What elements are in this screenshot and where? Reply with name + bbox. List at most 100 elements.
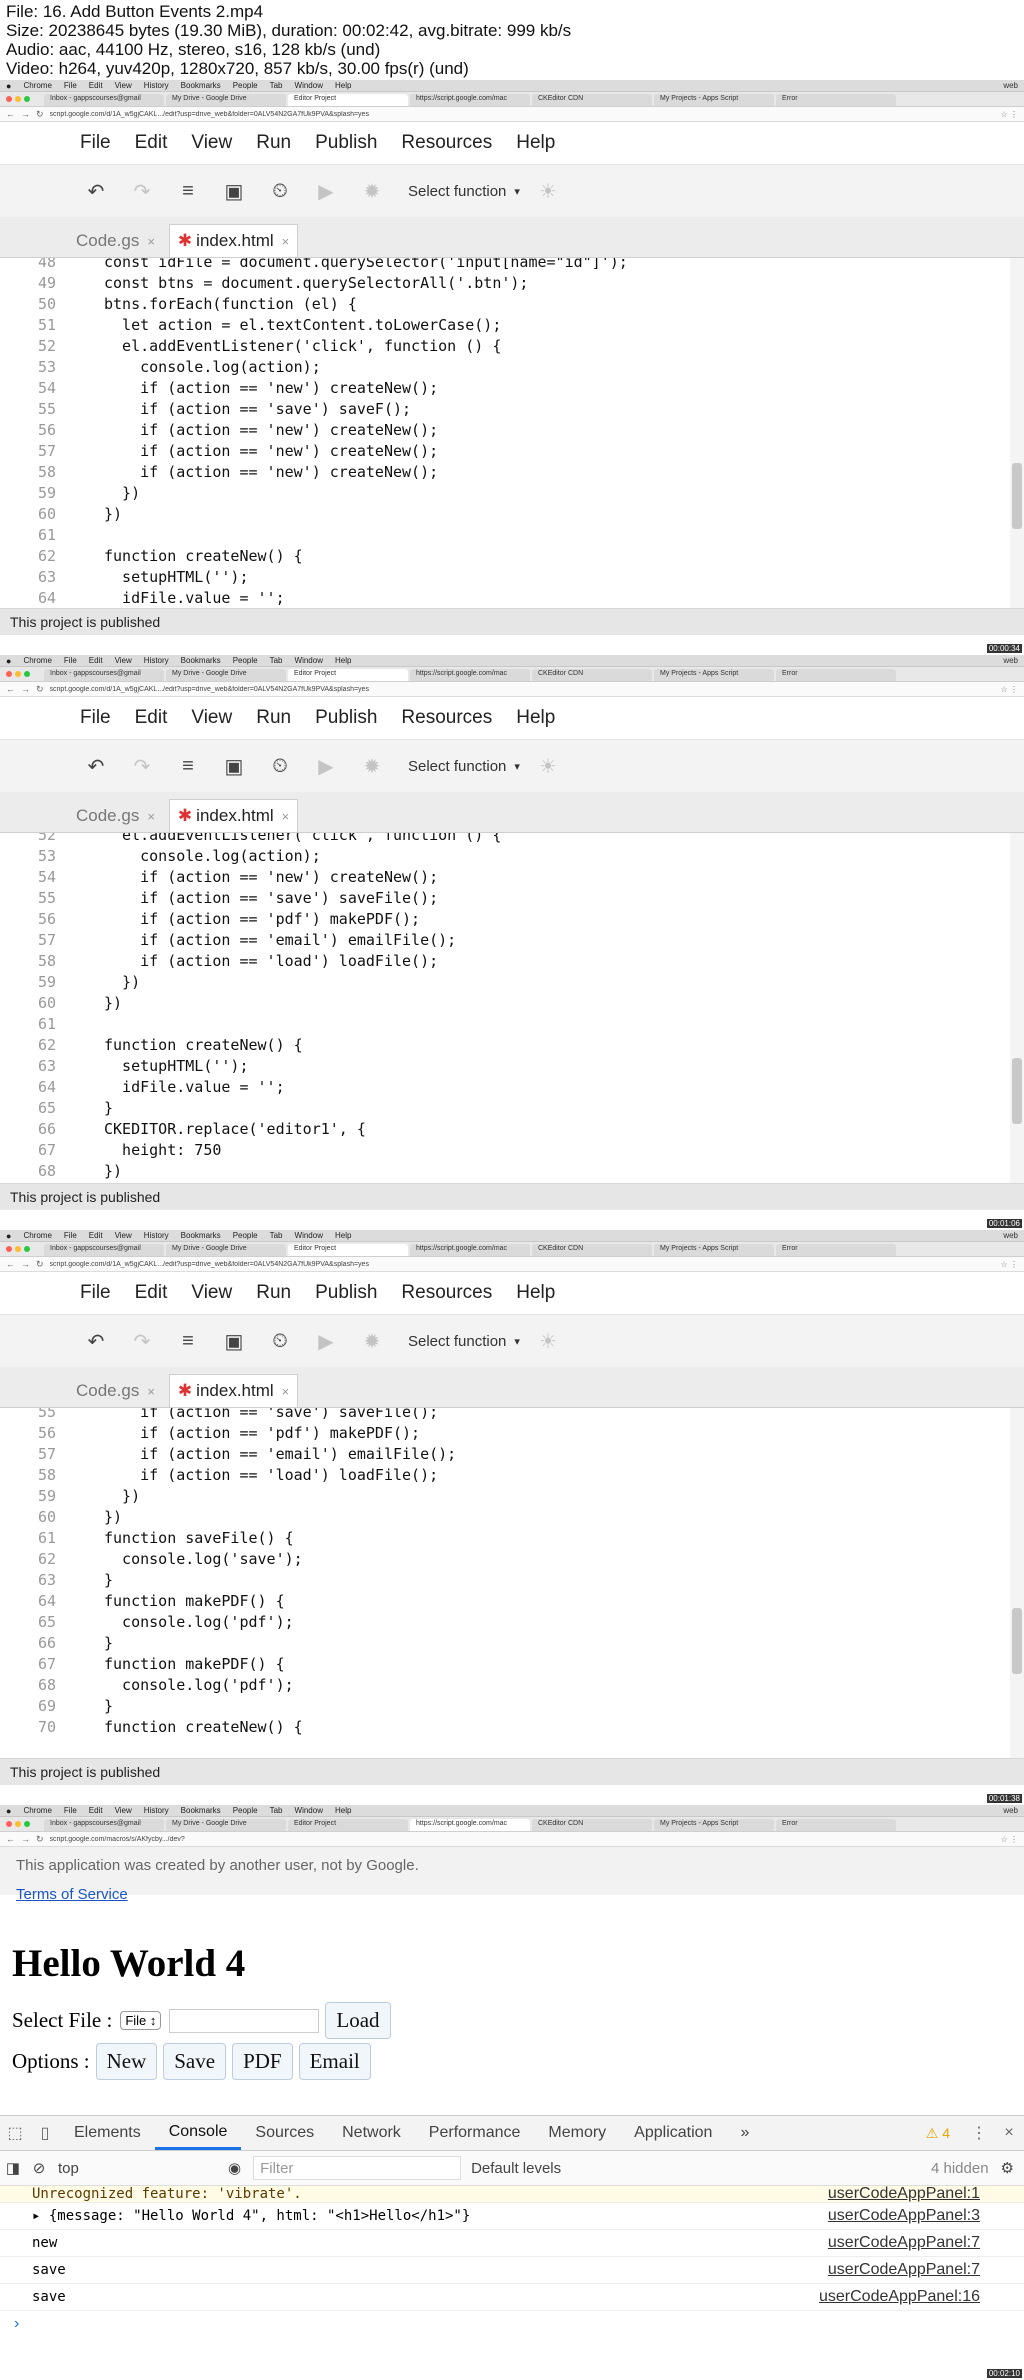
run-icon[interactable]: ▶ (308, 748, 344, 784)
apple-icon[interactable]: ● (6, 1806, 11, 1816)
browser-tab[interactable]: My Drive - Google Drive (166, 669, 286, 681)
mac-menu-item[interactable]: People (233, 1806, 258, 1815)
mac-menu-item[interactable]: Edit (89, 656, 103, 665)
mac-menu-item[interactable]: Window (295, 656, 323, 665)
reload-icon[interactable]: ↻ (36, 109, 44, 120)
inspect-icon[interactable]: ⬚ (0, 2123, 30, 2143)
menu-edit[interactable]: Edit (135, 1282, 168, 1304)
mac-menu-item[interactable]: Bookmarks (181, 1231, 221, 1240)
menu-file[interactable]: File (80, 707, 111, 729)
scrollbar-thumb[interactable] (1012, 463, 1022, 529)
sidebar-toggle-icon[interactable]: ◨ (0, 2159, 26, 2177)
clock-icon[interactable]: ⏲ (262, 1323, 298, 1359)
menu-resources[interactable]: Resources (401, 1282, 492, 1304)
window-control-icon[interactable] (6, 671, 12, 677)
mac-menu-item[interactable]: View (115, 1231, 132, 1240)
undo-icon[interactable]: ↶ (78, 748, 114, 784)
menu-resources[interactable]: Resources (401, 707, 492, 729)
browser-tab[interactable]: My Projects - Apps Script (654, 94, 774, 106)
run-icon[interactable]: ▶ (308, 1323, 344, 1359)
menu-file[interactable]: File (80, 132, 111, 154)
log-source-link[interactable]: userCodeAppPanel:7 (828, 2234, 980, 2252)
browser-tab[interactable]: Inbox - gappscourses@gmail (44, 1819, 164, 1831)
browser-actions-icon[interactable]: ☆ ⋮ (1001, 110, 1018, 119)
code-scrollbar[interactable] (1010, 833, 1024, 1183)
browser-actions-icon[interactable]: ☆ ⋮ (1001, 685, 1018, 694)
redo-icon[interactable]: ↷ (124, 748, 160, 784)
browser-tab[interactable]: CKEditor CDN (532, 1819, 652, 1831)
clock-icon[interactable]: ⏲ (262, 173, 298, 209)
close-icon[interactable]: × (147, 1384, 155, 1399)
select-function-dropdown[interactable]: Select function ▾ (408, 758, 520, 775)
browser-tab[interactable]: My Projects - Apps Script (654, 1819, 774, 1831)
reload-icon[interactable]: ↻ (36, 1834, 44, 1845)
browser-tab[interactable]: Inbox - gappscourses@gmail (44, 1244, 164, 1256)
reload-icon[interactable]: ↻ (36, 1259, 44, 1270)
lightbulb-icon[interactable]: ☀ (530, 748, 566, 784)
back-icon[interactable]: ← (6, 109, 15, 119)
back-icon[interactable]: ← (6, 1259, 15, 1269)
lightbulb-icon[interactable]: ☀ (530, 173, 566, 209)
indent-icon[interactable]: ≡ (170, 748, 206, 784)
mac-menu-item[interactable]: Edit (89, 81, 103, 90)
mac-menu-item[interactable]: Window (295, 81, 323, 90)
menu-resources[interactable]: Resources (401, 132, 492, 154)
url-input[interactable]: script.google.com/d/1A_w5gjCAKL.../edit?… (50, 111, 995, 118)
url-input[interactable]: script.google.com/macros/s/AKfycby.../de… (50, 1836, 995, 1843)
mac-menu-item[interactable]: Help (335, 656, 351, 665)
tab-code-gs[interactable]: Code.gs × (68, 225, 163, 257)
mac-menu-item[interactable]: File (64, 656, 77, 665)
scrollbar-thumb[interactable] (1012, 1608, 1022, 1674)
browser-tab[interactable]: Error (776, 94, 896, 106)
menu-view[interactable]: View (191, 132, 232, 154)
tab-index-html[interactable]: ✱ index.html × (168, 1374, 299, 1407)
menu-edit[interactable]: Edit (135, 132, 168, 154)
mac-menu-item[interactable]: View (115, 656, 132, 665)
browser-tab[interactable]: Inbox - gappscourses@gmail (44, 669, 164, 681)
undo-icon[interactable]: ↶ (78, 1323, 114, 1359)
url-input[interactable]: script.google.com/d/1A_w5gjCAKL.../edit?… (50, 686, 995, 693)
kebab-menu-icon[interactable]: ⋮ (964, 2123, 994, 2143)
window-control-icon[interactable] (6, 1246, 12, 1252)
context-select[interactable]: top (52, 2160, 228, 2177)
mac-menu-item[interactable]: Bookmarks (181, 656, 221, 665)
mac-menu-item[interactable]: File (64, 1806, 77, 1815)
new-button[interactable]: New (95, 2043, 158, 2080)
close-icon[interactable]: × (147, 234, 155, 249)
forward-icon[interactable]: → (21, 1834, 30, 1844)
save-button[interactable]: Save (163, 2043, 227, 2080)
browser-tab[interactable]: Error (776, 1819, 896, 1831)
menu-help[interactable]: Help (516, 132, 555, 154)
console-prompt[interactable]: › (0, 2315, 1024, 2333)
browser-tab[interactable]: My Drive - Google Drive (166, 1819, 286, 1831)
mac-menu-item[interactable]: Help (335, 1806, 351, 1815)
devtools-tab-memory[interactable]: Memory (534, 2116, 620, 2150)
devtools-tab-console[interactable]: Console (154, 2116, 242, 2150)
log-message[interactable]: ▸ {message: "Hello World 4", html: "<h1>… (32, 2208, 470, 2224)
menu-edit[interactable]: Edit (135, 707, 168, 729)
menu-help[interactable]: Help (516, 1282, 555, 1304)
browser-tab[interactable]: My Drive - Google Drive (166, 94, 286, 106)
tab-index-html[interactable]: ✱ index.html × (168, 224, 299, 257)
mac-menu-item[interactable]: People (233, 1231, 258, 1240)
menu-publish[interactable]: Publish (315, 707, 377, 729)
clear-console-icon[interactable]: ⊘ (26, 2159, 52, 2177)
tab-code-gs[interactable]: Code.gs × (68, 1375, 163, 1407)
file-id-input[interactable] (169, 2008, 320, 2033)
code-editor[interactable]: 55 if (action == 'save') saveFile(); 56 i… (0, 1408, 1024, 1759)
debug-icon[interactable]: ✹ (354, 748, 390, 784)
menu-publish[interactable]: Publish (315, 132, 377, 154)
mac-menu-item[interactable]: Edit (89, 1231, 103, 1240)
tab-index-html[interactable]: ✱ index.html × (168, 799, 299, 832)
eye-icon[interactable]: ◉ (228, 2159, 241, 2177)
close-icon[interactable]: × (282, 234, 290, 249)
pdf-button[interactable]: PDF (232, 2043, 293, 2080)
close-icon[interactable]: × (994, 2124, 1024, 2142)
select-function-dropdown[interactable]: Select function ▾ (408, 1333, 520, 1350)
devtools-tab-network[interactable]: Network (328, 2116, 415, 2150)
browser-actions-icon[interactable]: ☆ ⋮ (1001, 1835, 1018, 1844)
mac-menu-item[interactable]: Chrome (23, 1231, 51, 1240)
load-button[interactable]: Load (325, 2002, 391, 2039)
mac-menu-item[interactable]: People (233, 81, 258, 90)
save-icon[interactable]: ▣ (216, 1323, 252, 1359)
